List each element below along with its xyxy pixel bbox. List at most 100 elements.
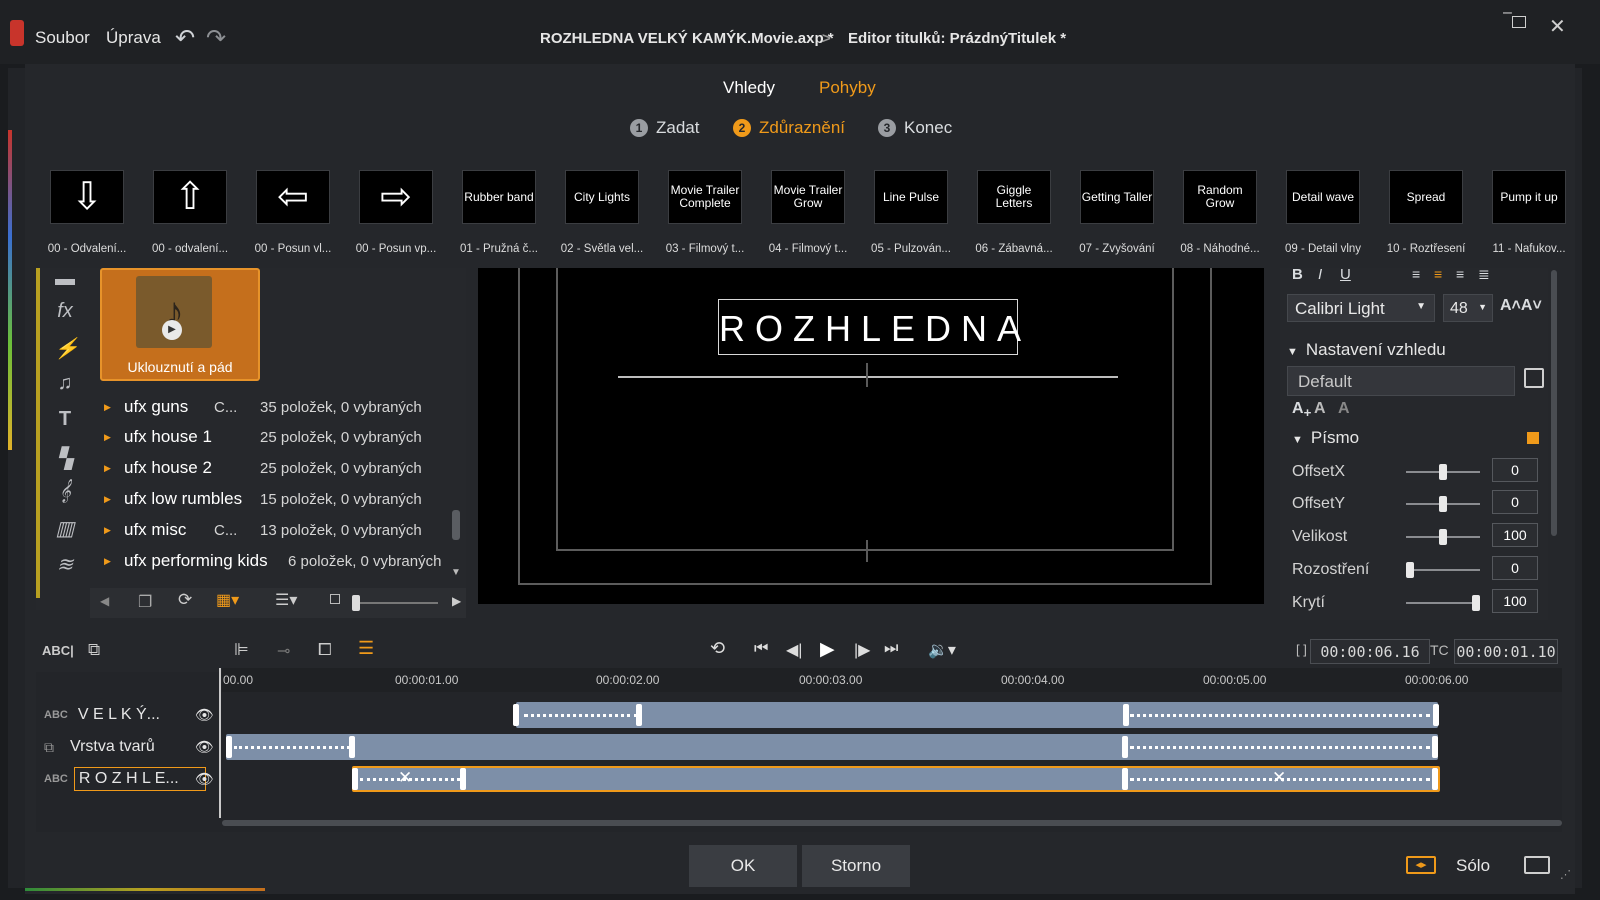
music-icon[interactable]: ♫	[54, 372, 76, 396]
list-item[interactable]: ▶ ufx house 1 25 položek, 0 vybraných	[104, 422, 444, 452]
motion-preset[interactable]: Spread 10 - Roztřesení	[1375, 170, 1477, 255]
ok-button[interactable]: OK	[689, 845, 797, 887]
align-icon[interactable]: ⊫	[234, 640, 249, 660]
property-slider[interactable]	[1406, 529, 1480, 545]
expand-icon[interactable]: ▶	[104, 402, 124, 413]
clip-handle[interactable]	[1433, 704, 1439, 726]
volume-icon[interactable]: 🔉▾	[928, 640, 956, 660]
timeline-scrollbar[interactable]	[222, 820, 1562, 826]
slider-knob[interactable]	[1439, 464, 1447, 480]
media-tile[interactable]: ♪ ▶ Uklouznutí a pád	[100, 268, 260, 381]
property-slider[interactable]	[1406, 562, 1480, 578]
slider-knob[interactable]	[1472, 595, 1480, 611]
loop-icon[interactable]: ⟲	[710, 638, 725, 659]
bold-icon[interactable]: B	[1292, 266, 1303, 283]
scroll-down-icon[interactable]: ▼	[451, 567, 461, 578]
align-right-icon[interactable]: ≡	[1456, 266, 1464, 282]
library-scrollbar[interactable]	[452, 510, 460, 540]
slider-knob[interactable]	[1439, 496, 1447, 512]
expand-icon[interactable]: ▶	[104, 556, 124, 567]
clip-handle[interactable]	[1122, 736, 1128, 758]
appearance-section-toggle[interactable]: ▼ Nastavení vzhledu	[1287, 340, 1446, 360]
skip-end-icon[interactable]: ⏭	[884, 640, 898, 658]
effects-icon[interactable]: fx	[54, 300, 76, 324]
waveform-icon[interactable]: ≋	[54, 552, 76, 576]
font-grow-shrink-icon[interactable]: A˄A˅	[1500, 297, 1542, 315]
redo-icon[interactable]: ↷	[206, 24, 226, 53]
step-emphasis[interactable]: 2 Zdůraznění	[733, 118, 845, 138]
tab-motions[interactable]: Pohyby	[819, 78, 876, 98]
motion-preset[interactable]: ⇧ 00 - odvalení...	[139, 170, 241, 255]
clip-handle[interactable]	[352, 768, 358, 790]
step-back-icon[interactable]: ◀|	[786, 640, 802, 660]
eye-icon[interactable]: 👁	[195, 770, 214, 788]
group-icon[interactable]: ⧠	[318, 640, 332, 660]
refresh-icon[interactable]: ⟳	[178, 590, 192, 610]
expand-icon[interactable]: ▶	[104, 525, 124, 536]
clef-icon[interactable]: 𝄞	[54, 480, 76, 504]
add-shadow-icon[interactable]: A	[1338, 400, 1350, 418]
property-value[interactable]: 0	[1492, 490, 1538, 514]
appearance-preset-field[interactable]: Default	[1287, 366, 1515, 396]
link-icon[interactable]: ⊸	[277, 641, 290, 661]
text-track-icon[interactable]: ABC|	[42, 643, 74, 658]
property-slider[interactable]	[1406, 496, 1480, 512]
motion-preset[interactable]: City Lights 02 - Světla vel...	[551, 170, 653, 255]
track-header-shapes[interactable]: ⧉ Vrstva tvarů 👁	[44, 734, 222, 760]
underline-icon[interactable]: U	[1340, 266, 1351, 283]
clip-handle[interactable]	[349, 736, 355, 758]
add-edge-icon[interactable]: A	[1314, 400, 1326, 418]
motion-preset[interactable]: ⇩ 00 - Odvalení...	[36, 170, 138, 255]
expand-icon[interactable]: ▶	[104, 432, 124, 443]
fullscreen-icon[interactable]	[1524, 856, 1550, 874]
step-start[interactable]: 1 Zadat	[630, 118, 699, 138]
copy-icon[interactable]: ❐	[138, 592, 152, 612]
property-value[interactable]: 100	[1492, 523, 1538, 547]
arrow-left-icon[interactable]: ◀	[100, 594, 109, 608]
cancel-button[interactable]: Storno	[802, 845, 910, 887]
maximize-icon[interactable]	[1512, 16, 1526, 28]
tab-looks[interactable]: Vhledy	[723, 78, 775, 98]
property-slider[interactable]	[1406, 595, 1480, 611]
property-slider[interactable]	[1406, 464, 1480, 480]
eye-icon[interactable]: 👁	[195, 738, 214, 756]
clip-handle[interactable]	[513, 704, 519, 726]
italic-icon[interactable]: I	[1318, 266, 1322, 283]
font-section-toggle[interactable]: ▼ Písmo	[1292, 428, 1359, 448]
keyframe-x-icon[interactable]: ✕	[398, 768, 412, 788]
list-item[interactable]: ▶ ufx misc C... 13 položek, 0 vybraných	[104, 515, 444, 545]
motion-preset[interactable]: Pump it up 11 - Nafukov...	[1478, 170, 1580, 255]
clip-handle[interactable]	[1432, 768, 1438, 790]
title-preview[interactable]: ROZHLEDNA	[478, 268, 1264, 604]
current-timecode[interactable]: 00:00:01.10	[1454, 639, 1558, 664]
menu-edit[interactable]: Úprava	[106, 28, 161, 48]
track-header-velky[interactable]: ABC V E L K Ý... 👁	[44, 702, 222, 728]
clip-handle[interactable]	[1122, 768, 1128, 790]
motion-preset[interactable]: Rubber band 01 - Pružná č...	[448, 170, 550, 255]
step-end[interactable]: 3 Konec	[878, 118, 952, 138]
grid-view-icon[interactable]: ▦▾	[216, 590, 239, 610]
menu-file[interactable]: Soubor	[35, 28, 90, 48]
align-left-icon[interactable]: ≡	[1412, 266, 1420, 282]
piano-icon[interactable]: ▥	[54, 516, 76, 540]
motion-preset[interactable]: ⇦ 00 - Posun vl...	[242, 170, 344, 255]
clip-handle[interactable]	[226, 736, 232, 758]
duration-timecode[interactable]: 00:00:06.16	[1310, 639, 1430, 664]
motion-preset[interactable]: ⇨ 00 - Posun vp...	[345, 170, 447, 255]
step-forward-icon[interactable]: |▶	[854, 640, 870, 660]
list-item[interactable]: ▶ ufx low rumbles 15 položek, 0 vybraných	[104, 484, 444, 514]
arrow-right-icon[interactable]: ▶	[452, 594, 461, 608]
thumbnail-size-slider[interactable]	[352, 595, 438, 611]
motion-preset[interactable]: Line Pulse 05 - Pulzován...	[860, 170, 962, 255]
play-icon[interactable]: ▶	[162, 320, 182, 340]
solo-button[interactable]: Sólo	[1456, 856, 1490, 876]
shape-track-icon[interactable]: ⧉	[88, 640, 100, 660]
title-text-box[interactable]: ROZHLEDNA	[718, 299, 1021, 355]
slider-knob[interactable]	[1406, 562, 1414, 578]
minimize-icon[interactable]: –	[1503, 4, 1512, 22]
font-family-select[interactable]: Calibri Light ▼	[1287, 294, 1435, 322]
clip-handle[interactable]	[1123, 704, 1129, 726]
property-value[interactable]: 0	[1492, 556, 1538, 580]
align-center-icon[interactable]: ≡	[1434, 266, 1442, 282]
list-item[interactable]: ▶ ufx house 2 25 položek, 0 vybraných	[104, 453, 444, 483]
